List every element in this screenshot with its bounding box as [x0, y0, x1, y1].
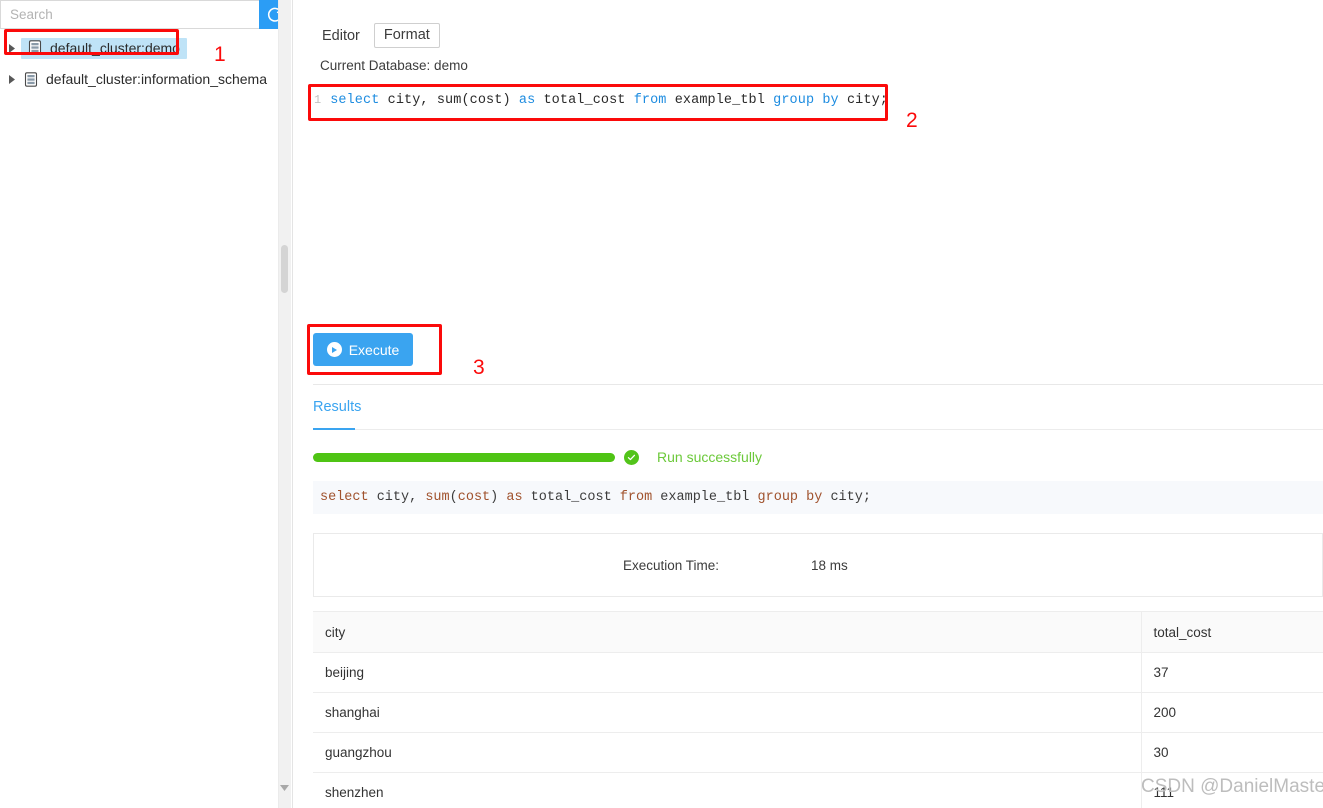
sql-editor[interactable]: 1 select city, sum(cost) as total_cost f…: [313, 83, 888, 117]
tab-results[interactable]: Results: [313, 398, 361, 423]
table-cell: beijing: [313, 652, 1141, 693]
sql-token: as: [518, 92, 536, 108]
sidebar-scrollbar-track[interactable]: [278, 0, 291, 808]
sql-token: ): [490, 490, 507, 505]
table-cell: 30: [1140, 732, 1323, 773]
sql-token: by: [806, 490, 823, 505]
table-row[interactable]: guangzhou 30: [313, 732, 1323, 773]
pane-divider: [313, 384, 1323, 385]
table-row[interactable]: shanghai 200: [313, 692, 1323, 733]
execute-button[interactable]: Execute: [313, 333, 413, 366]
table-cell: shenzhen: [313, 772, 1141, 808]
sql-token: city;: [822, 490, 871, 505]
sql-token: total_cost: [522, 490, 620, 505]
check-circle-icon: [624, 449, 639, 465]
caret-right-icon[interactable]: [3, 74, 21, 84]
sql-token: example_tbl: [652, 490, 758, 505]
execution-time-label: Execution Time:: [623, 558, 720, 573]
current-database-label: Current Database: demo: [320, 58, 468, 73]
sql-token: from: [619, 490, 653, 505]
execute-button-label: Execute: [348, 341, 400, 358]
editor-line-number: 1: [314, 93, 322, 107]
execution-time-value: 18 ms: [811, 558, 848, 573]
sidebar-scrollbar-thumb[interactable]: [281, 245, 288, 293]
search-input[interactable]: [0, 0, 259, 29]
table-cell: 111: [1140, 772, 1323, 808]
sql-token: select: [320, 490, 369, 505]
table-cell: guangzhou: [313, 732, 1141, 773]
tree-item-label: default_cluster:information_schema: [46, 71, 268, 87]
caret-right-icon[interactable]: [3, 43, 21, 53]
sql-token: example_tbl: [666, 92, 774, 108]
column-header-total-cost[interactable]: total_cost: [1140, 611, 1323, 653]
sidebar: default_cluster:demo: [0, 0, 293, 808]
sql-token: as: [506, 490, 523, 505]
editor-tabbar: Editor Format: [320, 23, 440, 48]
scroll-down-arrow-icon[interactable]: [278, 780, 291, 796]
search-row: [0, 0, 291, 29]
play-icon: [326, 342, 342, 357]
editor-sql-text[interactable]: select city, sum(cost) as total_cost fro…: [330, 93, 888, 108]
tree-item-default-cluster-demo[interactable]: default_cluster:demo: [0, 35, 291, 61]
results-tabbar-rule: [313, 429, 1323, 430]
main-pane: Editor Format Current Database: demo 1 s…: [294, 0, 1323, 808]
app-root: default_cluster:demo: [0, 0, 1323, 808]
results-table-body: beijing 37 shanghai 200 guangzhou 30 shenzhen 1…: [313, 652, 1323, 808]
sql-token: group: [773, 92, 815, 108]
run-status-row: Run successfully: [313, 449, 762, 465]
sql-token: city;: [838, 92, 888, 108]
table-cell: 200: [1140, 692, 1323, 733]
tab-results-label: Results: [313, 399, 362, 415]
results-table: city total_cost beijing 37 shanghai 200 guan…: [313, 611, 1323, 808]
tab-editor[interactable]: Editor: [320, 25, 362, 47]
table-row[interactable]: beijing 37: [313, 652, 1323, 693]
sql-token: by: [822, 92, 839, 108]
table-cell: shanghai: [313, 692, 1141, 733]
sql-token: sum: [436, 92, 462, 108]
sql-token: city,: [379, 92, 437, 108]
executed-sql-display: select city, sum(cost) as total_cost fro…: [313, 481, 1323, 514]
table-row[interactable]: shenzhen 111: [313, 772, 1323, 808]
format-button[interactable]: Format: [373, 23, 440, 48]
sql-token: total_cost: [535, 92, 634, 108]
column-header-city[interactable]: city: [313, 611, 1141, 653]
sql-token: (: [449, 490, 458, 505]
sql-token: (cost): [461, 92, 519, 108]
results-table-header-row: city total_cost: [313, 611, 1323, 653]
tab-results-indicator: [313, 428, 355, 430]
sql-token: city,: [368, 490, 426, 505]
tree-item-default-cluster-information-schema[interactable]: default_cluster:information_schema: [0, 66, 291, 92]
sql-token: select: [330, 92, 380, 108]
sql-token: sum: [425, 490, 450, 505]
tree-item-label: default_cluster:demo: [50, 39, 180, 56]
sql-token: group: [757, 490, 799, 505]
progress-bar: [313, 452, 615, 462]
sql-token: from: [633, 92, 667, 108]
sql-token: cost: [457, 490, 491, 505]
database-icon: [25, 40, 45, 55]
database-tree: default_cluster:demo default_cluster:inf…: [0, 29, 291, 92]
table-cell: 37: [1140, 652, 1323, 693]
run-status-text: Run successfully: [657, 449, 763, 465]
database-icon: [21, 71, 41, 87]
